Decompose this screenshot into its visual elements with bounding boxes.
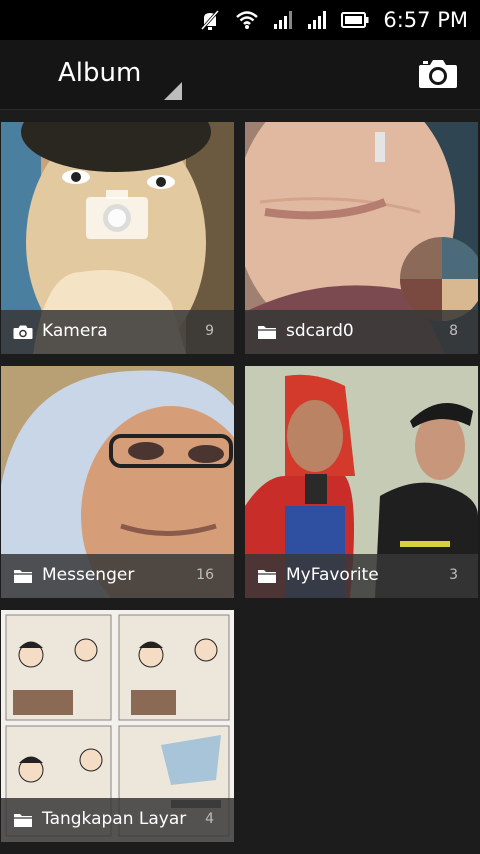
wifi-icon [236, 11, 259, 29]
album-name: Messenger [42, 565, 135, 585]
status-icons: 6:57 PM [199, 0, 468, 40]
signal-icon [308, 11, 327, 29]
album-name: sdcard0 [286, 321, 354, 341]
album-count: 3 [449, 567, 458, 583]
status-bar: 6:57 PM [0, 0, 480, 40]
folder-icon [14, 814, 32, 827]
battery-icon [341, 12, 369, 28]
clock: 6:57 PM [383, 8, 468, 32]
album-spinner[interactable]: Album [44, 40, 189, 106]
folder-icon [258, 570, 276, 583]
album-tile-tangkapan-layar[interactable]: Tangkapan Layar 4 [1, 610, 234, 842]
camera-button[interactable] [414, 50, 462, 98]
signal-icon [274, 11, 293, 29]
album-name: Tangkapan Layar [42, 809, 187, 829]
folder-icon [258, 326, 276, 339]
album-caption: Tangkapan Layar 4 [1, 798, 234, 842]
album-title: Album [58, 58, 142, 88]
camera-icon [13, 325, 33, 339]
album-caption: Messenger 16 [1, 554, 234, 598]
album-caption: Kamera 9 [1, 310, 234, 354]
album-tile-kamera[interactable]: Kamera 9 [1, 122, 234, 354]
album-name: MyFavorite [286, 565, 379, 585]
album-count: 4 [205, 811, 214, 827]
album-count: 16 [196, 567, 214, 583]
album-name: Kamera [42, 321, 108, 341]
dropdown-corner-icon [164, 82, 182, 100]
camera-icon [419, 60, 457, 88]
folder-icon [14, 570, 32, 583]
mute-icon [201, 10, 220, 30]
album-count: 8 [449, 323, 458, 339]
album-count: 9 [205, 323, 214, 339]
album-caption: MyFavorite 3 [245, 554, 478, 598]
album-tile-messenger[interactable]: Messenger 16 [1, 366, 234, 598]
album-caption: sdcard0 8 [245, 310, 478, 354]
album-tile-myfavorite[interactable]: MyFavorite 3 [245, 366, 478, 598]
album-tile-sdcard0[interactable]: sdcard0 8 [245, 122, 478, 354]
action-bar: Album [0, 40, 480, 110]
